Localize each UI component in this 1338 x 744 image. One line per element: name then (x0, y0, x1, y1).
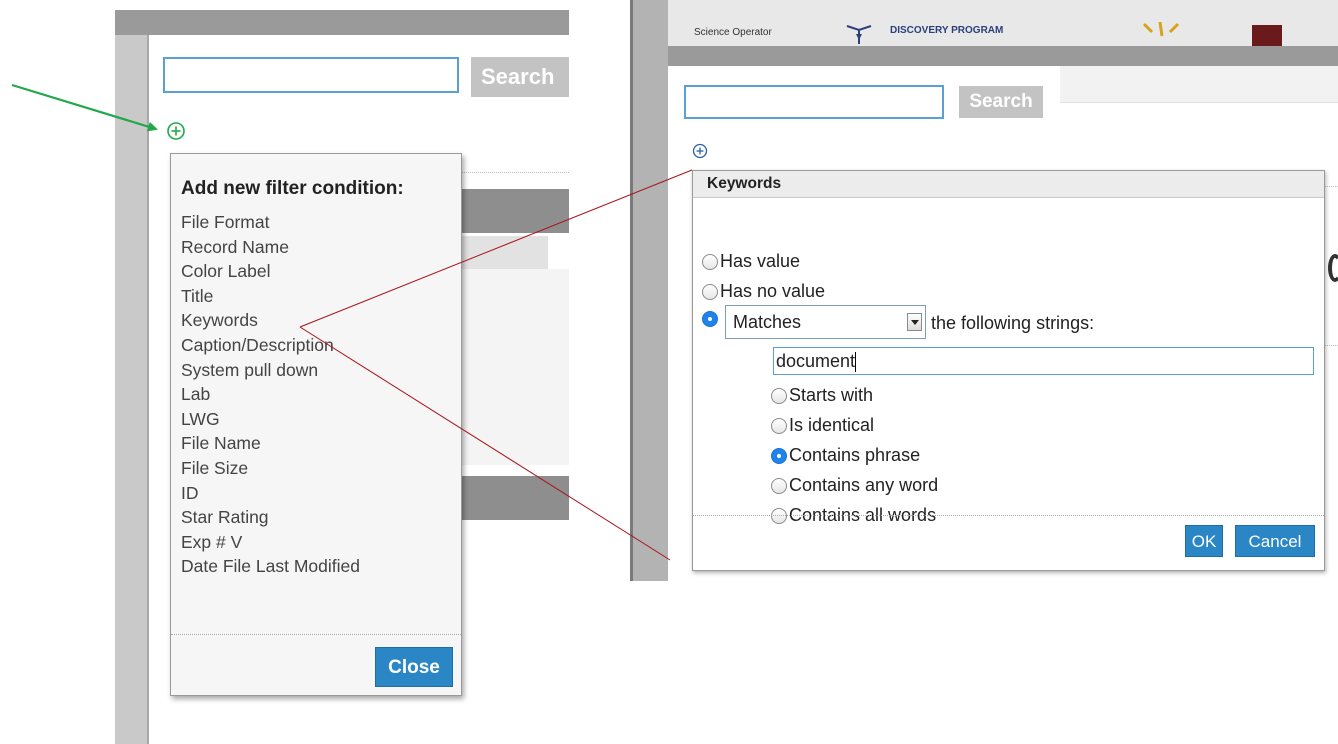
right-search-input[interactable] (684, 85, 944, 119)
add-filter-menu: Add new filter condition: File Format Re… (170, 153, 462, 696)
filter-menu-title: Add new filter condition: (181, 178, 404, 199)
filter-option-file-size[interactable]: File Size (181, 456, 360, 481)
radio-button[interactable] (702, 253, 718, 270)
header-science-operator-text: Science Operator (694, 27, 772, 38)
filter-option-star-rating[interactable]: Star Rating (181, 505, 360, 530)
left-search-input[interactable] (163, 57, 459, 93)
filter-option-color-label[interactable]: Color Label (181, 259, 360, 284)
filter-option-file-format[interactable]: File Format (181, 210, 360, 235)
mode-contains-phrase[interactable]: Contains phrase (771, 445, 920, 466)
input-value: document (776, 351, 856, 371)
left-search-button[interactable]: Search (471, 57, 569, 97)
filter-option-id[interactable]: ID (181, 481, 360, 506)
right-page-edge (630, 0, 633, 581)
following-strings-label: the following strings: (931, 313, 1095, 333)
cancel-button[interactable]: Cancel (1235, 525, 1315, 557)
option-label: Has no value (720, 281, 826, 301)
filter-option-lab[interactable]: Lab (181, 382, 360, 407)
radio-button[interactable] (702, 283, 718, 300)
brand-logo-icon (1252, 25, 1282, 46)
compass-logo-icon (846, 25, 872, 44)
keywords-filter-dialog: Keywords Has value Has no value Matches … (692, 170, 1325, 571)
add-filter-plus-icon[interactable] (166, 121, 186, 141)
left-table-header-bar (462, 189, 569, 233)
chevron-down-icon[interactable] (907, 313, 922, 331)
text-caret (855, 352, 857, 373)
ok-button[interactable]: OK (1185, 525, 1223, 557)
left-page-border (115, 35, 149, 744)
filter-option-caption-description[interactable]: Caption/Description (181, 333, 360, 358)
filter-option-system-pull-down[interactable]: System pull down (181, 358, 360, 383)
option-has-value[interactable]: Has value (702, 251, 800, 272)
right-search-panel (668, 66, 1060, 186)
add-filter-plus-icon[interactable] (692, 143, 708, 159)
right-page-border (632, 0, 668, 581)
radio-button-selected[interactable] (702, 311, 718, 327)
right-divider (1325, 345, 1338, 346)
radio-button-selected[interactable] (771, 447, 787, 464)
radio-button[interactable] (771, 477, 787, 494)
filter-option-record-name[interactable]: Record Name (181, 235, 360, 260)
mode-label: Is identical (789, 415, 875, 435)
left-top-bar (115, 10, 569, 35)
site-header (668, 0, 1338, 46)
mode-label: Starts with (789, 385, 874, 405)
left-content-panel (462, 269, 569, 465)
right-nav-band (668, 46, 1338, 66)
filter-option-file-name[interactable]: File Name (181, 431, 360, 456)
filter-option-title[interactable]: Title (181, 284, 360, 309)
left-divider (462, 172, 569, 173)
right-search-button[interactable]: Search (959, 86, 1043, 118)
match-string-input[interactable]: document (773, 347, 1314, 375)
option-label: Has value (720, 251, 801, 271)
filter-condition-list: File Format Record Name Color Label Titl… (181, 210, 360, 579)
filter-option-lwg[interactable]: LWG (181, 407, 360, 432)
filter-option-date-file-last-modified[interactable]: Date File Last Modified (181, 554, 360, 579)
star-logo-icon (1142, 22, 1180, 37)
match-type-select[interactable]: Matches (725, 305, 926, 339)
mode-contains-any-word[interactable]: Contains any word (771, 475, 938, 496)
header-discovery-program-text: DISCOVERY PROGRAM (890, 25, 1004, 36)
left-row-bar (462, 236, 548, 269)
mode-starts-with[interactable]: Starts with (771, 385, 873, 406)
close-button[interactable]: Close (375, 647, 453, 687)
mode-label: Contains any word (789, 475, 939, 495)
left-footer-bar (462, 476, 569, 520)
right-toolbar-strip (1060, 66, 1338, 103)
filter-option-exp-v[interactable]: Exp # V (181, 530, 360, 555)
mode-label: Contains phrase (789, 445, 921, 465)
radio-button[interactable] (771, 417, 787, 434)
filter-menu-divider (171, 634, 461, 635)
option-matches[interactable] (702, 311, 720, 327)
dialog-title: Keywords (693, 171, 1324, 198)
filter-option-keywords[interactable]: Keywords (181, 308, 360, 333)
mode-is-identical[interactable]: Is identical (771, 415, 874, 436)
radio-button[interactable] (771, 387, 787, 404)
option-has-no-value[interactable]: Has no value (702, 281, 825, 302)
partial-icon (1328, 254, 1338, 282)
right-divider (1325, 186, 1338, 187)
select-value: Matches (733, 312, 802, 332)
dialog-divider (693, 515, 1324, 516)
